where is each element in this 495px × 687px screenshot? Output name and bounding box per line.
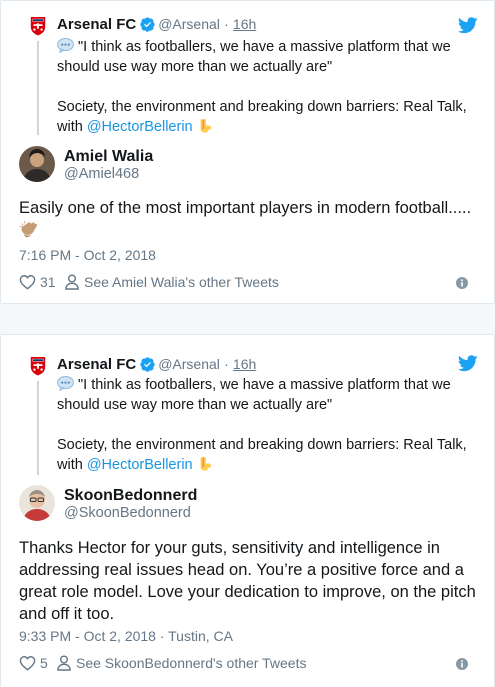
person-icon	[57, 655, 71, 671]
parent-author-name[interactable]: Arsenal FC	[57, 16, 136, 33]
parent-text-line: should use way more than we actually are…	[57, 397, 333, 413]
parent-tweet-time[interactable]: 16h	[233, 16, 256, 32]
tweet-card: Arsenal FC @Arsenal · 16h "I think as foo…	[0, 0, 495, 304]
parent-text-prefix: with	[57, 457, 87, 473]
like-count: 31	[40, 274, 56, 290]
speech-balloon-icon	[57, 376, 74, 391]
parent-text-line: should use way more than we actually are…	[57, 59, 333, 75]
reply-author-handle[interactable]: @Amiel468	[64, 166, 139, 182]
avatar[interactable]	[19, 485, 55, 521]
reply-author-handle[interactable]: @SkoonBedonnerd	[64, 505, 191, 521]
heart-icon	[19, 274, 36, 290]
verified-badge-icon	[140, 357, 155, 372]
arsenal-crest-icon[interactable]	[27, 355, 49, 377]
reply-text-line: Easily one of the most important players…	[19, 199, 472, 217]
tweet-card: Arsenal FC @Arsenal · 16h "I think as foo…	[0, 334, 495, 687]
reply-text-line: Thanks Hector for your guts, sensitivity…	[19, 539, 440, 557]
reply-tweet-text: Easily one of the most important players…	[19, 197, 481, 241]
reply-author: Amiel Walia @Amiel468	[19, 146, 219, 184]
tweet-timestamp[interactable]: 7:16 PM - Oct 2, 2018	[19, 247, 156, 263]
tweet-actions: 31 See Amiel Walia's other Tweets	[19, 274, 476, 294]
mention-link[interactable]: @HectorBellerin	[87, 457, 193, 473]
twitter-logo-icon[interactable]	[458, 355, 478, 372]
see-other-tweets-link[interactable]: See SkoonBedonnerd's other Tweets	[57, 655, 306, 671]
verified-badge-icon	[140, 17, 155, 32]
parent-author-handle[interactable]: @Arsenal	[158, 356, 220, 372]
info-icon[interactable]	[456, 277, 468, 289]
thread-line	[37, 381, 39, 475]
parent-tweet-header: Arsenal FC @Arsenal · 16h	[57, 355, 256, 374]
parent-tweet-time[interactable]: 16h	[233, 356, 256, 372]
arsenal-crest-icon[interactable]	[27, 15, 49, 37]
parent-text-line: "I think as footballers, we have a massi…	[78, 377, 451, 393]
quoted-parent-tweet[interactable]: Arsenal FC @Arsenal · 16h "I think as foo…	[19, 355, 467, 475]
reply-text-line: addressing real issues head on. You’re a…	[19, 561, 464, 579]
avatar[interactable]	[19, 146, 55, 182]
parent-tweet-text: "I think as footballers, we have a massi…	[57, 375, 477, 475]
pointing-down-icon	[198, 117, 212, 134]
like-button[interactable]: 5	[19, 655, 48, 671]
info-icon[interactable]	[456, 658, 468, 670]
see-other-tweets-link[interactable]: See Amiel Walia's other Tweets	[65, 274, 279, 290]
heart-icon	[19, 655, 36, 671]
pointing-down-icon	[198, 455, 212, 472]
parent-text-line: Society, the environment and breaking do…	[57, 437, 467, 453]
tweet-actions: 5 See SkoonBedonnerd's other Tweets	[19, 655, 476, 675]
thread-line	[37, 41, 39, 135]
person-icon	[65, 274, 79, 290]
mention-link[interactable]: @HectorBellerin	[87, 119, 193, 135]
reply-text-line: great role model. Love your dedication t…	[19, 583, 476, 601]
clapping-hands-icon	[19, 220, 38, 239]
see-other-tweets-label: See Amiel Walia's other Tweets	[84, 274, 279, 290]
like-button[interactable]: 31	[19, 274, 56, 290]
parent-tweet-header: Arsenal FC @Arsenal · 16h	[57, 15, 256, 34]
like-count: 5	[40, 655, 48, 671]
speech-balloon-icon	[57, 38, 74, 53]
parent-author-handle[interactable]: @Arsenal	[158, 16, 220, 32]
reply-author-name[interactable]: SkoonBedonnerd	[64, 487, 197, 505]
parent-text-line: "I think as footballers, we have a massi…	[78, 39, 451, 55]
parent-text-prefix: with	[57, 119, 87, 135]
separator-dot: ·	[224, 356, 229, 372]
parent-text-line: Society, the environment and breaking do…	[57, 99, 467, 115]
twitter-logo-icon[interactable]	[458, 17, 478, 34]
see-other-tweets-label: See SkoonBedonnerd's other Tweets	[76, 655, 307, 671]
parent-tweet-text: "I think as footballers, we have a massi…	[57, 37, 477, 137]
reply-author: SkoonBedonnerd @SkoonBedonnerd	[19, 485, 239, 523]
separator-dot: ·	[224, 16, 229, 32]
reply-text-line: and off it too.	[19, 605, 115, 623]
quoted-parent-tweet[interactable]: Arsenal FC @Arsenal · 16h "I think as foo…	[19, 15, 467, 135]
reply-tweet-text: Thanks Hector for your guts, sensitivity…	[19, 537, 481, 625]
tweet-timestamp[interactable]: 9:33 PM - Oct 2, 2018 · Tustin, CA	[19, 628, 233, 644]
reply-author-name[interactable]: Amiel Walia	[64, 148, 153, 166]
parent-author-name[interactable]: Arsenal FC	[57, 356, 136, 373]
